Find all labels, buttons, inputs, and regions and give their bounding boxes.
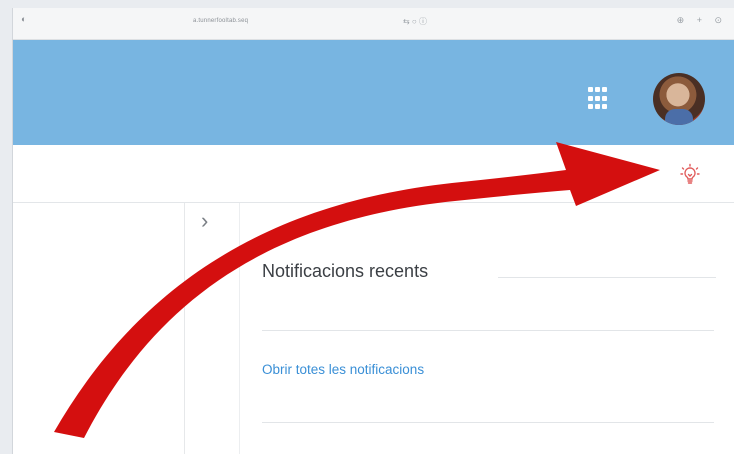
- browser-chrome: ◐ a.tunnerfooltab.seq ⇆ ○ ⓘ ⊕ + ⊙: [13, 8, 734, 40]
- title-divider: [498, 277, 716, 278]
- top-navbar: [13, 40, 734, 145]
- lightbulb-icon[interactable]: [678, 163, 702, 187]
- apps-grid-icon[interactable]: [585, 84, 615, 114]
- sidebar: [13, 203, 185, 454]
- browser-window: ◐ a.tunnerfooltab.seq ⇆ ○ ⓘ ⊕ + ⊙ › Noti…: [12, 8, 734, 454]
- avatar[interactable]: [653, 73, 705, 125]
- expand-sidebar-icon[interactable]: ›: [201, 208, 208, 234]
- notifications-title: Notificacions recents: [262, 261, 429, 281]
- browser-actions[interactable]: ⊕ + ⊙: [677, 15, 727, 26]
- notifications-panel: Notificacions recents Obrir totes les no…: [240, 203, 734, 454]
- divider: [262, 422, 714, 423]
- sidebar-toggle-icon[interactable]: ◐: [21, 14, 26, 24]
- address-bar-icons[interactable]: ⇆ ○ ⓘ: [403, 16, 427, 27]
- secondary-toolbar: [13, 145, 734, 203]
- address-bar[interactable]: a.tunnerfooltab.seq: [193, 18, 248, 24]
- divider: [262, 330, 714, 331]
- open-all-notifications-link[interactable]: Obrir totes les notificacions: [262, 362, 424, 377]
